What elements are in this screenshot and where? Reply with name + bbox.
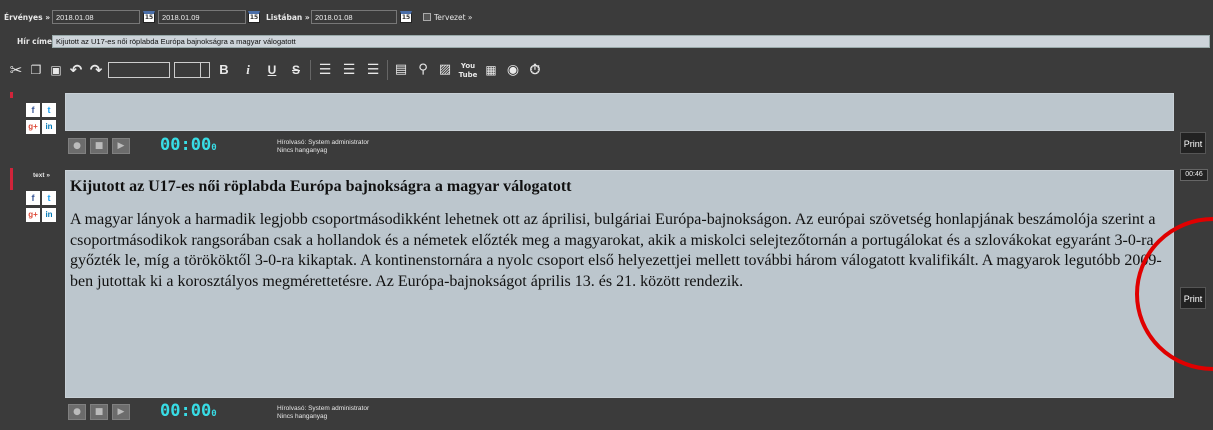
googleplus-icon[interactable]: g+ [26, 208, 40, 222]
list-date-input[interactable]: 2018.01.08 [311, 10, 397, 24]
stop-button[interactable]: ■ [90, 404, 108, 420]
annotation-circle [1135, 217, 1213, 371]
lead-textbox[interactable] [65, 93, 1174, 131]
title-input[interactable]: Kijutott az U17-es női röplabda Európa b… [52, 35, 1210, 48]
print-button[interactable]: Print [1180, 132, 1206, 154]
strikethrough-icon[interactable]: S [286, 60, 306, 80]
size-select[interactable] [174, 62, 210, 78]
timer-icon[interactable]: ⏱ [526, 60, 544, 80]
italic-icon[interactable]: i [238, 60, 258, 80]
audio-timer: 00:000 [160, 401, 217, 421]
record-button[interactable]: ● [68, 404, 86, 420]
stop-button[interactable]: ■ [90, 138, 108, 154]
globe-icon[interactable]: ◉ [504, 60, 522, 80]
facebook-icon[interactable]: f [26, 191, 40, 205]
microphone-icon[interactable]: ⚲ [414, 60, 432, 80]
news-editor: Érvényes » 2018.01.08 15 2018.01.09 15 L… [0, 0, 1213, 430]
facebook-icon[interactable]: f [26, 103, 40, 117]
youtube-icon[interactable]: You Tube [458, 61, 478, 80]
block-tag: text » [33, 172, 50, 179]
bold-icon[interactable]: B [214, 60, 234, 80]
cut-icon[interactable]: ✂ [8, 60, 24, 80]
divider [310, 60, 311, 80]
calendar-icon[interactable]: 15 [248, 11, 260, 23]
valid-from-input[interactable]: 2018.01.08 [52, 10, 140, 24]
redo-icon[interactable]: ↷ [88, 60, 104, 80]
title-label: Hír címe [17, 37, 53, 46]
timer-fraction: 0 [211, 143, 217, 153]
twitter-icon[interactable]: t [42, 191, 56, 205]
document-icon[interactable]: ▤ [392, 60, 410, 80]
twitter-icon[interactable]: t [42, 103, 56, 117]
font-select[interactable] [108, 62, 170, 78]
article-textbox[interactable]: Kijutott az U17-es női röplabda Európa b… [65, 170, 1174, 398]
toolbar: ✂ ❐ ▣ ↶ ↷ B i U S ☰ ☰ ☰ ▤ ⚲ ▨ You Tube ▦ … [8, 58, 568, 82]
linkedin-icon[interactable]: in [42, 208, 56, 222]
timer-value: 00:00 [160, 401, 212, 421]
audio-status: Nincs hanganyag [277, 147, 328, 154]
play-button[interactable]: ▶ [112, 138, 130, 154]
paste-icon[interactable]: ▣ [48, 60, 64, 80]
record-button[interactable]: ● [68, 138, 86, 154]
listaban-label: Listában » [266, 13, 310, 22]
underline-icon[interactable]: U [262, 60, 282, 80]
timer-value: 00:00 [160, 135, 212, 155]
calendar-icon[interactable]: 15 [400, 11, 412, 23]
image-icon[interactable]: ▨ [436, 60, 454, 80]
reader-text: Hírolvasó: System administrator [277, 405, 370, 412]
article-heading: Kijutott az U17-es női röplabda Európa b… [70, 178, 572, 195]
block-marker [10, 168, 13, 190]
audio-status: Nincs hanganyag [277, 413, 328, 420]
copy-icon[interactable]: ❐ [28, 60, 44, 80]
reader-text: Hírolvasó: System administrator [277, 139, 370, 146]
align-center-icon[interactable]: ☰ [339, 60, 359, 80]
ervenyes-label: Érvényes » [4, 13, 51, 22]
timer-fraction: 0 [211, 409, 217, 419]
audio-timer: 00:000 [160, 135, 217, 155]
calendar-icon[interactable]: 15 [143, 11, 155, 23]
align-right-icon[interactable]: ☰ [363, 60, 383, 80]
align-left-icon[interactable]: ☰ [315, 60, 335, 80]
size-select-divider [200, 63, 201, 77]
play-button[interactable]: ▶ [112, 404, 130, 420]
valid-to-input[interactable]: 2018.01.09 [158, 10, 246, 24]
article-body: A magyar lányok a harmadik legjobb csopo… [70, 211, 1162, 290]
googleplus-icon[interactable]: g+ [26, 120, 40, 134]
divider [387, 60, 388, 80]
tervezet-checkbox[interactable] [423, 13, 431, 21]
gallery-icon[interactable]: ▦ [482, 60, 500, 80]
linkedin-icon[interactable]: in [42, 120, 56, 134]
duration-badge: 00:46 [1180, 169, 1208, 181]
block-marker [10, 92, 13, 98]
tervezet-label: Tervezet » [434, 13, 473, 22]
undo-icon[interactable]: ↶ [68, 60, 84, 80]
